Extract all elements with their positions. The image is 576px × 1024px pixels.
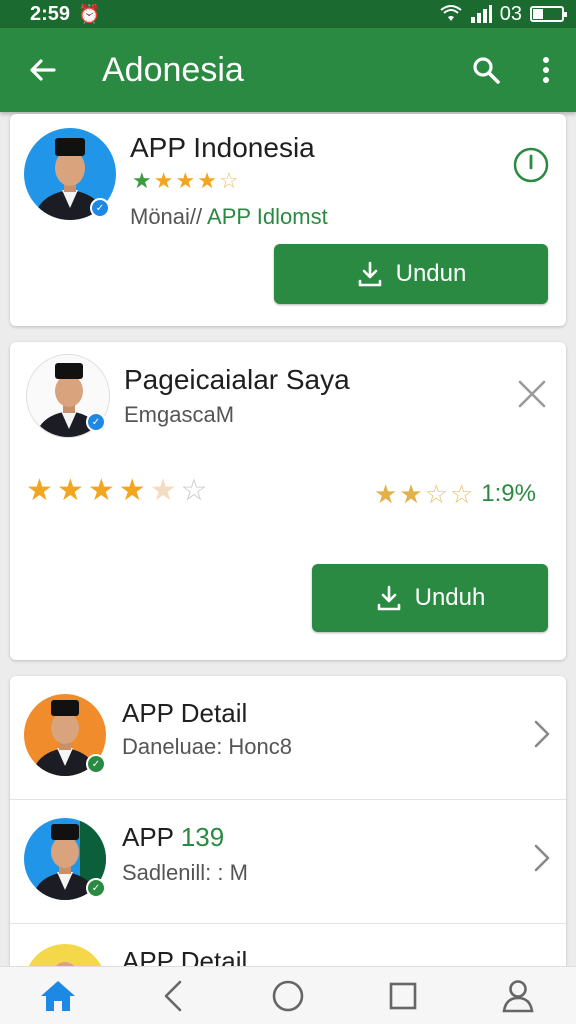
verified-badge-icon: ✓: [86, 878, 106, 898]
home-circle-icon: [272, 980, 304, 1011]
bottom-navigation: [0, 966, 576, 1024]
list-item[interactable]: ✓ APP Detail Daneluae: Honc8: [10, 676, 566, 800]
verified-badge-icon: ✓: [86, 412, 106, 432]
download-label: Undun: [395, 260, 467, 287]
back-arrow-icon: [30, 59, 56, 81]
secondary-rating: ★ ★ ☆ ☆ 1:9%: [374, 480, 536, 508]
rating-stars: ★ ★ ★ ★ ☆: [132, 170, 239, 192]
download-icon: [377, 585, 400, 611]
app-subtitle: Mönai// APP Idlomst: [130, 204, 328, 230]
list-item-title-highlight: 139: [173, 822, 225, 852]
profile-icon: [502, 979, 534, 1012]
download-icon: [358, 261, 381, 287]
star-empty-icon: ☆: [180, 474, 208, 507]
home-icon: [40, 980, 75, 1011]
nav-home-circle-button[interactable]: [258, 967, 318, 1024]
star-half-icon: ☆: [424, 479, 448, 509]
wifi-icon: [440, 5, 462, 21]
nav-home-button[interactable]: [28, 967, 88, 1024]
star-icon: ★: [26, 474, 53, 507]
verified-badge-icon: ✓: [86, 754, 106, 774]
alarm-icon: ⏰: [78, 3, 101, 24]
app-bar: Adonesia: [0, 28, 576, 112]
subtitle-highlight: APP Idlomst: [202, 204, 328, 229]
page-title: Adonesia: [102, 50, 244, 89]
rating-stars: ★ ★ ★ ★ ★ ☆: [26, 476, 207, 506]
star-icon: ★: [87, 474, 115, 507]
signal-icon: [470, 5, 492, 23]
app-title: APP Indonesia: [130, 132, 315, 163]
chevron-right-icon: [534, 720, 550, 748]
star-icon: ★: [175, 168, 196, 193]
list-item-title-text: APP Detail: [122, 698, 248, 728]
star-half-icon: ☆: [218, 168, 239, 193]
download-button[interactable]: Unduh: [312, 564, 548, 632]
more-vert-icon: [543, 57, 549, 83]
list-item-subtitle: Sadlenill: : M: [122, 860, 248, 885]
app-card-pageicaialar[interactable]: ✓ Pageicaialar Saya EmgascaM ★ ★ ★ ★ ★ ☆…: [10, 342, 566, 660]
nav-profile-button[interactable]: [488, 967, 548, 1024]
star-icon: ★: [374, 479, 398, 509]
info-icon: [513, 147, 549, 183]
chevron-right-icon: [534, 844, 550, 872]
app-subtitle: EmgascaM: [124, 402, 235, 427]
star-half-icon: ☆: [449, 479, 474, 509]
star-half-icon: ★: [149, 474, 177, 507]
star-icon: ★: [153, 168, 174, 193]
recents-icon: [389, 982, 417, 1009]
star-icon: ★: [118, 474, 146, 507]
info-button[interactable]: [512, 146, 550, 189]
status-bar: 2:59 ⏰ 03: [0, 0, 576, 28]
star-icon: ★: [197, 168, 217, 193]
app-title: Pageicaialar Saya: [124, 364, 350, 395]
rating-percent: 1:9%: [481, 480, 536, 507]
search-icon: [473, 57, 500, 84]
more-options-button[interactable]: [516, 28, 576, 112]
search-button[interactable]: [456, 28, 516, 112]
nav-back-button[interactable]: [143, 967, 203, 1024]
status-time: 2:59: [30, 2, 71, 25]
close-button[interactable]: [516, 378, 548, 415]
battery-percent: 03: [499, 2, 522, 25]
back-button[interactable]: [0, 28, 86, 112]
nav-recents-button[interactable]: [373, 967, 433, 1024]
download-label: Unduh: [414, 584, 486, 611]
app-list: ✓ APP Detail Daneluae: Honc8 ✓ APP 139 S…: [10, 676, 566, 976]
app-card-indonesia[interactable]: ✓ APP Indonesia ★ ★ ★ ★ ☆ Mönai// APP Id…: [10, 114, 566, 326]
battery-icon: [530, 6, 567, 22]
list-item-title: APP Detail: [122, 698, 247, 729]
download-button[interactable]: Undun: [274, 244, 548, 304]
subtitle-prefix: Mönai//: [130, 204, 203, 229]
list-item-title: APP 139: [122, 822, 224, 853]
close-icon: [518, 380, 546, 408]
star-icon: ★: [132, 168, 152, 193]
list-item[interactable]: ✓ APP 139 Sadlenill: : M: [10, 800, 566, 924]
star-icon: ★: [56, 474, 84, 507]
list-item-subtitle: Daneluae: Honc8: [122, 734, 293, 759]
back-icon: [164, 980, 182, 1011]
verified-badge-icon: ✓: [90, 198, 110, 218]
star-icon: ★: [399, 479, 423, 509]
list-item-title-text: APP: [122, 822, 174, 852]
